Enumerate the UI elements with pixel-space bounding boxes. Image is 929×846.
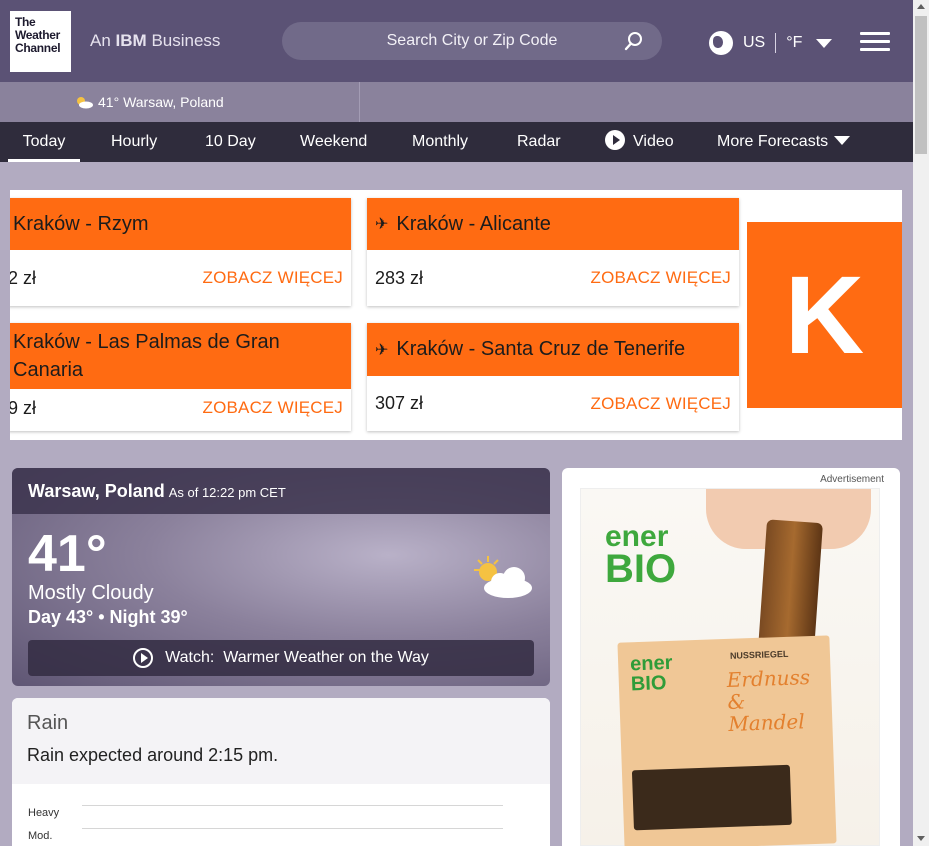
tab-more-forecasts[interactable]: More Forecasts xyxy=(717,122,851,162)
partly-cloudy-icon xyxy=(77,97,93,109)
product-box-image: ener BIO NUSSRIEGEL Erdnuss & Mandel xyxy=(617,635,837,846)
rain-level-heavy: Heavy xyxy=(28,807,60,819)
deal-price: 307 zł xyxy=(375,393,424,413)
deal-price: 283 zł xyxy=(375,267,424,288)
deal-route: ✈ Kraków - Santa Cruz de Tenerife xyxy=(367,323,739,376)
airplane-icon: ✈ xyxy=(375,216,389,233)
enerbio-logo-line2: BIO xyxy=(605,547,677,591)
watch-video-button[interactable]: Watch: Warmer Weather on the Way xyxy=(28,640,534,676)
see-more-link[interactable]: ZOBACZ WIĘCEJ xyxy=(591,394,732,414)
partly-cloudy-icon xyxy=(474,556,532,598)
deal-route: ✈ Kraków - Alicante xyxy=(367,198,739,250)
recent-location-warsaw[interactable]: 41° Warsaw, Poland xyxy=(74,94,224,110)
kayak-logo[interactable]: K xyxy=(747,222,902,408)
deal-route: Kraków - Rzym xyxy=(10,198,351,250)
deal-card[interactable]: Kraków - Las Palmas de Gran Canaria 9 zł… xyxy=(10,323,351,431)
deal-price: 9 zł xyxy=(10,397,37,418)
hamburger-menu-icon[interactable] xyxy=(860,32,890,52)
scroll-down-icon[interactable] xyxy=(917,836,925,841)
ibm-prefix: An xyxy=(90,31,111,50)
tab-more-forecasts-label: More Forecasts xyxy=(717,133,829,150)
rain-level-moderate: Mod. xyxy=(28,830,53,842)
deal-card[interactable]: Kraków - Rzym 2 zł ZOBACZ WIĘCEJ xyxy=(10,198,351,306)
deal-route-text: Kraków - Rzym xyxy=(13,212,149,235)
see-more-link[interactable]: ZOBACZ WIĘCEJ xyxy=(203,398,344,418)
tab-today[interactable]: Today xyxy=(8,122,80,162)
recent-locations-bar: 41° Warsaw, Poland xyxy=(0,82,913,122)
rain-title: Rain xyxy=(27,712,69,734)
site-header: The Weather Channel An IBM Business Sear… xyxy=(0,0,913,82)
deal-route-text: Kraków - Alicante xyxy=(396,212,551,235)
current-temperature: 41° xyxy=(28,525,107,583)
enerbio-logo: ener BIO xyxy=(605,521,677,591)
deal-route-text: Kraków - Santa Cruz de Tenerife xyxy=(396,338,686,360)
play-icon xyxy=(605,130,625,151)
current-conditions-header: Warsaw, Poland As of 12:22 pm CET xyxy=(12,468,550,514)
advertisement-label: Advertisement xyxy=(820,474,884,485)
tab-radar[interactable]: Radar xyxy=(517,122,561,162)
deal-card[interactable]: ✈ Kraków - Alicante 283 zł ZOBACZ WIĘCEJ xyxy=(367,198,739,306)
locale-selector[interactable]: US °F xyxy=(709,31,833,55)
tab-monthly[interactable]: Monthly xyxy=(412,122,468,162)
side-advertisement[interactable]: Advertisement ▷✕ ener BIO enerBIO NUSSRI… xyxy=(562,468,900,846)
recent-location-name: Warsaw, Poland xyxy=(123,94,224,110)
tab-weekend[interactable]: Weekend xyxy=(300,122,367,162)
box-product-type: NUSSRIEGEL xyxy=(729,648,789,661)
see-more-link[interactable]: ZOBACZ WIĘCEJ xyxy=(591,268,732,288)
tab-10-day[interactable]: 10 Day xyxy=(205,122,256,162)
enerbio-ad-image[interactable]: ener BIO ener BIO NUSSRIEGEL Erdnuss & Ma… xyxy=(580,488,880,846)
current-phrase: Mostly Cloudy xyxy=(28,582,154,604)
unit-label: °F xyxy=(786,34,803,51)
rain-gridline xyxy=(82,828,503,829)
current-timestamp: As of 12:22 pm CET xyxy=(168,485,286,500)
rain-card: Rain Rain expected around 2:15 pm. Heavy… xyxy=(12,698,550,846)
airplane-icon: ✈ xyxy=(375,341,389,359)
scrollbar-thumb[interactable] xyxy=(915,16,927,154)
search-icon[interactable] xyxy=(624,31,644,51)
recent-temp: 41° xyxy=(98,94,120,110)
day-night-temps: Day 43° • Night 39° xyxy=(28,607,188,627)
play-icon xyxy=(133,648,154,668)
tab-video-label: Video xyxy=(633,133,674,150)
scroll-up-icon[interactable] xyxy=(917,4,925,9)
search-input[interactable]: Search City or Zip Code xyxy=(282,22,662,60)
forecast-nav: Today Hourly 10 Day Weekend Monthly Rada… xyxy=(0,122,913,162)
rain-gridline xyxy=(82,805,503,806)
deal-route-text: Kraków - Las Palmas de Gran Canaria xyxy=(13,331,280,381)
rain-message: Rain expected around 2:15 pm. xyxy=(27,745,279,765)
box-brand: ener BIO xyxy=(629,651,673,696)
region-label: US xyxy=(743,34,766,51)
deal-price: 2 zł xyxy=(10,267,37,288)
current-conditions-card: Warsaw, Poland As of 12:22 pm CET 41° Mo… xyxy=(12,468,550,686)
see-more-link[interactable]: ZOBACZ WIĘCEJ xyxy=(203,268,344,288)
box-product-name: Erdnuss & Mandel xyxy=(726,665,811,736)
weather-channel-logo[interactable]: The Weather Channel xyxy=(10,11,71,72)
watch-title: Warmer Weather on the Way xyxy=(223,649,429,666)
ibm-suffix: Business xyxy=(151,31,221,50)
watch-label: Watch: xyxy=(165,649,215,666)
deal-card[interactable]: ✈ Kraków - Santa Cruz de Tenerife 307 zł… xyxy=(367,323,739,431)
chevron-down-icon xyxy=(816,38,833,48)
tab-video[interactable]: Video xyxy=(605,122,674,162)
logo-line-3: Channel xyxy=(15,41,61,55)
search-placeholder: Search City or Zip Code xyxy=(386,32,558,49)
current-location: Warsaw, Poland xyxy=(28,480,165,501)
ibm-brand: IBM xyxy=(115,31,147,50)
deal-route: Kraków - Las Palmas de Gran Canaria xyxy=(10,323,351,389)
box-window-image xyxy=(631,764,792,831)
globe-icon xyxy=(709,31,733,55)
locale-divider xyxy=(775,33,777,53)
chevron-down-icon xyxy=(834,135,851,145)
ibm-business-tagline: An IBM Business xyxy=(90,31,220,51)
recent-divider xyxy=(359,82,360,122)
page-scrollbar[interactable] xyxy=(913,0,929,846)
tab-hourly[interactable]: Hourly xyxy=(111,122,157,162)
